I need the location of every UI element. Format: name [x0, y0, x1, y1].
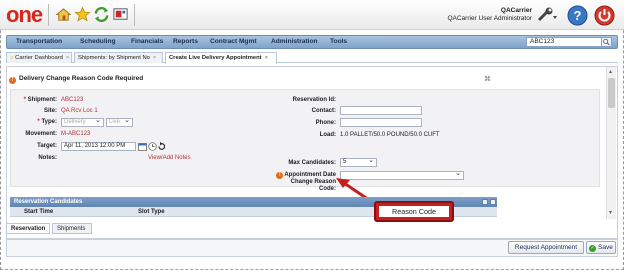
nav-reports[interactable]: Reports [173, 38, 198, 45]
panel-title: ! Delivery Change Reason Code Required [9, 75, 143, 84]
shipment-label-text: Shipment: [27, 97, 57, 103]
warning-icon: ! [276, 172, 284, 179]
max-candidates-select[interactable]: 5 [340, 157, 377, 167]
nav-scheduling[interactable]: Scheduling [80, 38, 116, 45]
site-value[interactable]: QA Rcv Loc 1 [61, 108, 98, 114]
max-candidates-label: Max Candidates: [288, 160, 336, 166]
scrollbar-thumb[interactable] [608, 78, 615, 108]
reason-code-label-text: Appointment Date Change Reason Code: [284, 172, 336, 192]
tab-create-live-delivery-appointment[interactable]: Create Live Delivery Appointment × [165, 52, 277, 64]
vertical-scrollbar[interactable]: ▴ ▾ [606, 67, 616, 219]
nav-transportation[interactable]: Transportation [16, 38, 62, 45]
user-name: QACarrier [500, 7, 532, 14]
request-appointment-button[interactable]: Request Appointment [508, 241, 584, 254]
callout-text: Reason Code [379, 206, 449, 217]
nav-financials[interactable]: Financials [131, 38, 163, 45]
tab-label: Carrier Dashboard [15, 55, 63, 61]
header-divider [134, 4, 135, 26]
scroll-down-icon[interactable]: ▾ [609, 209, 612, 216]
movement-value[interactable]: M-ABC123 [61, 131, 90, 137]
nav-tools[interactable]: Tools [330, 38, 347, 45]
clock-icon[interactable] [148, 142, 157, 151]
scroll-up-icon[interactable]: ▴ [609, 68, 612, 75]
phone-input[interactable] [340, 118, 422, 127]
shipment-label: * Shipment: [23, 97, 57, 103]
tools-wrench-icon[interactable] [536, 7, 558, 23]
movement-label: Movement: [25, 131, 57, 137]
panel-title-text: Delivery Change Reason Code Required [19, 75, 144, 82]
tab-label: Create Live Delivery Appointment [169, 55, 262, 61]
warning-icon: ! [9, 77, 16, 84]
target-label: Target: [37, 143, 57, 149]
help-icon[interactable]: ? [567, 5, 588, 26]
target-datetime-input[interactable]: Apr 11, 2013 12:00 PM [61, 142, 136, 151]
tab-shipments[interactable]: Shipments [52, 223, 92, 234]
phone-label: Phone: [315, 120, 336, 126]
logout-power-icon[interactable] [594, 5, 615, 26]
column-slot-type[interactable]: Slot Type [138, 207, 165, 217]
user-info: QACarrier QACarrier User Administrator [447, 7, 532, 23]
contact-input[interactable] [340, 106, 422, 115]
screen-capture-icon[interactable] [112, 6, 129, 23]
type-label-text: Type: [41, 119, 57, 125]
svg-text:?: ? [574, 8, 582, 23]
search-input[interactable]: ABC123 [526, 37, 612, 47]
grid-expand-icon[interactable] [490, 199, 496, 205]
reason-code-callout: Reason Code [374, 201, 454, 222]
home-icon[interactable] [55, 6, 72, 23]
close-icon[interactable]: × [153, 55, 156, 61]
column-start-time[interactable]: Start Time [24, 207, 53, 217]
search-icon[interactable] [601, 37, 612, 47]
user-role: QACarrier User Administrator [447, 15, 532, 22]
load-value: 1.0 PALLET/50.0 POUND/50.0 CUFT [340, 132, 440, 138]
close-icon[interactable]: × [265, 55, 268, 61]
contact-label: Contact: [311, 108, 336, 114]
calendar-icon[interactable] [138, 142, 147, 151]
nav-contract-mgmt[interactable]: Contract Mgmt [210, 38, 257, 45]
save-label: Save [598, 244, 613, 251]
shipment-value[interactable]: ABC123 [61, 97, 83, 103]
tab-reservation[interactable]: Reservation [6, 223, 50, 234]
nav-administration[interactable]: Administration [271, 38, 318, 45]
reservation-id-label: Reservation Id: [292, 97, 336, 103]
save-button[interactable]: ✓ Save [586, 241, 616, 254]
checkmark-icon: ✓ [589, 245, 597, 252]
type-label: * Type: [37, 119, 57, 125]
home-icon: ⌂ [10, 55, 14, 61]
header-divider [48, 4, 49, 26]
tab-shipments-by-number[interactable]: Shipments: by Shipment No × [74, 52, 163, 63]
load-label: Load: [319, 132, 336, 138]
view-add-notes-link[interactable]: View/Add Notes [148, 155, 191, 161]
tab-label: Shipments: by Shipment No [78, 55, 150, 61]
favorites-star-icon[interactable] [74, 6, 91, 23]
grid-settings-icon[interactable] [482, 199, 488, 205]
app-logo[interactable]: one [6, 3, 43, 27]
refresh-icon[interactable] [93, 6, 110, 23]
mode-select[interactable]: Live [106, 117, 133, 127]
tab-carrier-dashboard[interactable]: ⌂ Carrier Dashboard × [6, 52, 72, 63]
close-icon[interactable]: × [66, 55, 69, 61]
type-select[interactable]: Delivery [61, 117, 104, 127]
tab-strip: ⌂ Carrier Dashboard × Shipments: by Shipm… [6, 52, 618, 64]
site-label: Site: [43, 108, 57, 114]
notes-label: Notes: [38, 155, 57, 161]
reset-icon[interactable] [157, 142, 166, 151]
collapse-icon[interactable]: ⌘ [484, 75, 491, 83]
reason-code-label: ! Appointment Date Change Reason Code: [276, 172, 336, 193]
top-header: one QACarrier QACarrier User Administrat… [0, 0, 624, 30]
